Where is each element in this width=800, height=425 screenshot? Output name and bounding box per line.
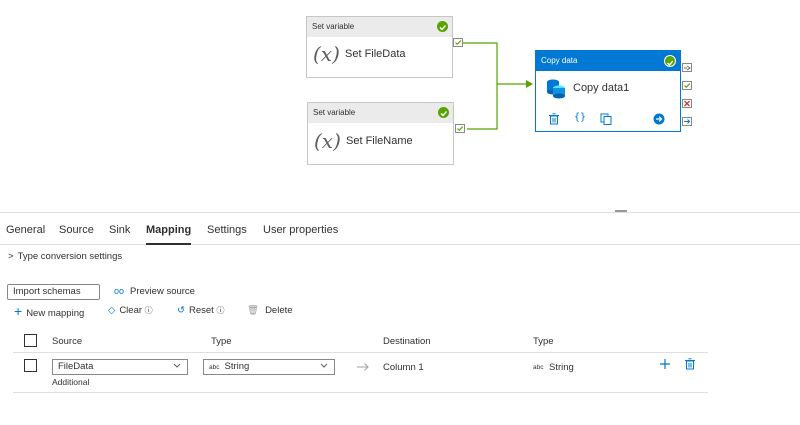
add-row-icon[interactable] <box>659 358 671 370</box>
glasses-icon: oo <box>114 286 125 296</box>
type-conversion-expander[interactable]: > Type conversion settings <box>8 251 122 262</box>
column-header-source: Source <box>52 336 83 347</box>
select-all-checkbox[interactable] <box>24 334 37 347</box>
source-column-dropdown[interactable]: FileData <box>52 359 188 375</box>
success-port-icon[interactable] <box>682 81 692 90</box>
delete-icon[interactable] <box>548 113 560 125</box>
success-port-icon[interactable] <box>453 38 463 47</box>
trash-icon: 🗑︎ <box>247 305 260 316</box>
copy-data-icon <box>547 79 565 99</box>
info-icon: ⓘ <box>144 306 153 315</box>
import-schemas-button[interactable]: Import schemas <box>7 284 100 300</box>
completion-port-icon[interactable] <box>682 117 692 126</box>
go-arrow-icon[interactable] <box>653 113 665 125</box>
success-port-icon[interactable] <box>455 124 465 133</box>
clear-button[interactable]: ◇ Clear ⓘ <box>108 305 153 316</box>
destination-column: Column 1 <box>383 362 424 373</box>
row-checkbox[interactable] <box>24 359 37 372</box>
new-mapping-button[interactable]: + New mapping <box>14 303 84 319</box>
tab-mapping[interactable]: Mapping <box>146 224 192 245</box>
eraser-icon: ◇ <box>108 305 116 316</box>
activity-name: Set FileData <box>345 48 406 60</box>
tab-source[interactable]: Source <box>59 224 94 236</box>
activity-name: Copy data1 <box>573 82 630 94</box>
success-check-icon <box>438 107 449 118</box>
activity-copy-data[interactable]: Copy data Copy data1 {} <box>535 50 681 132</box>
table-row: FileData Additional abc String Column 1 a… <box>13 353 708 393</box>
reset-icon: ↺ <box>177 305 185 316</box>
abc-type-icon: abc <box>533 364 544 371</box>
activity-type-label: Set variable <box>307 17 452 37</box>
activity-set-filedata[interactable]: Set variable (𝑥) Set FileData <box>306 16 453 78</box>
activity-set-filename[interactable]: Set variable (𝑥) Set FileName <box>307 102 454 165</box>
delete-button[interactable]: 🗑︎ Delete <box>247 305 293 316</box>
plus-icon: + <box>14 303 23 319</box>
source-type-dropdown[interactable]: abc String <box>203 359 335 375</box>
column-header-destination: Destination <box>383 336 431 347</box>
activity-type-label: Set variable <box>308 103 453 123</box>
clone-icon[interactable] <box>600 113 612 125</box>
abc-type-icon: abc <box>209 364 220 371</box>
tab-settings[interactable]: Settings <box>207 224 247 236</box>
delete-row-icon[interactable] <box>684 358 696 370</box>
preview-source-button[interactable]: oo Preview source <box>114 286 195 297</box>
tab-sink[interactable]: Sink <box>109 224 130 236</box>
variable-icon: (𝑥) <box>314 129 341 153</box>
activity-type-label: Copy data <box>536 51 680 71</box>
code-braces-icon[interactable]: {} <box>574 112 586 123</box>
destination-type: String <box>549 362 574 373</box>
chevron-right-icon: > <box>8 251 14 262</box>
success-check-icon <box>437 21 448 32</box>
arrow-right-icon <box>357 363 369 371</box>
info-icon: ⓘ <box>216 306 225 315</box>
reset-button[interactable]: ↺ Reset ⓘ <box>177 305 224 316</box>
source-sub-label: Additional <box>52 377 90 387</box>
chevron-down-icon <box>173 363 181 368</box>
failure-port-icon[interactable] <box>682 99 692 108</box>
column-header-dest-type: Type <box>533 336 554 347</box>
properties-tab-bar: General Source Sink Mapping Settings Use… <box>0 212 800 245</box>
tab-user-properties[interactable]: User properties <box>263 224 338 236</box>
variable-icon: (𝑥) <box>313 42 340 66</box>
tab-general[interactable]: General <box>6 224 45 236</box>
success-check-icon <box>664 55 676 67</box>
skip-port-icon[interactable] <box>682 63 692 72</box>
column-header-type: Type <box>211 336 232 347</box>
chevron-down-icon <box>320 363 328 368</box>
activity-name: Set FileName <box>346 135 413 147</box>
